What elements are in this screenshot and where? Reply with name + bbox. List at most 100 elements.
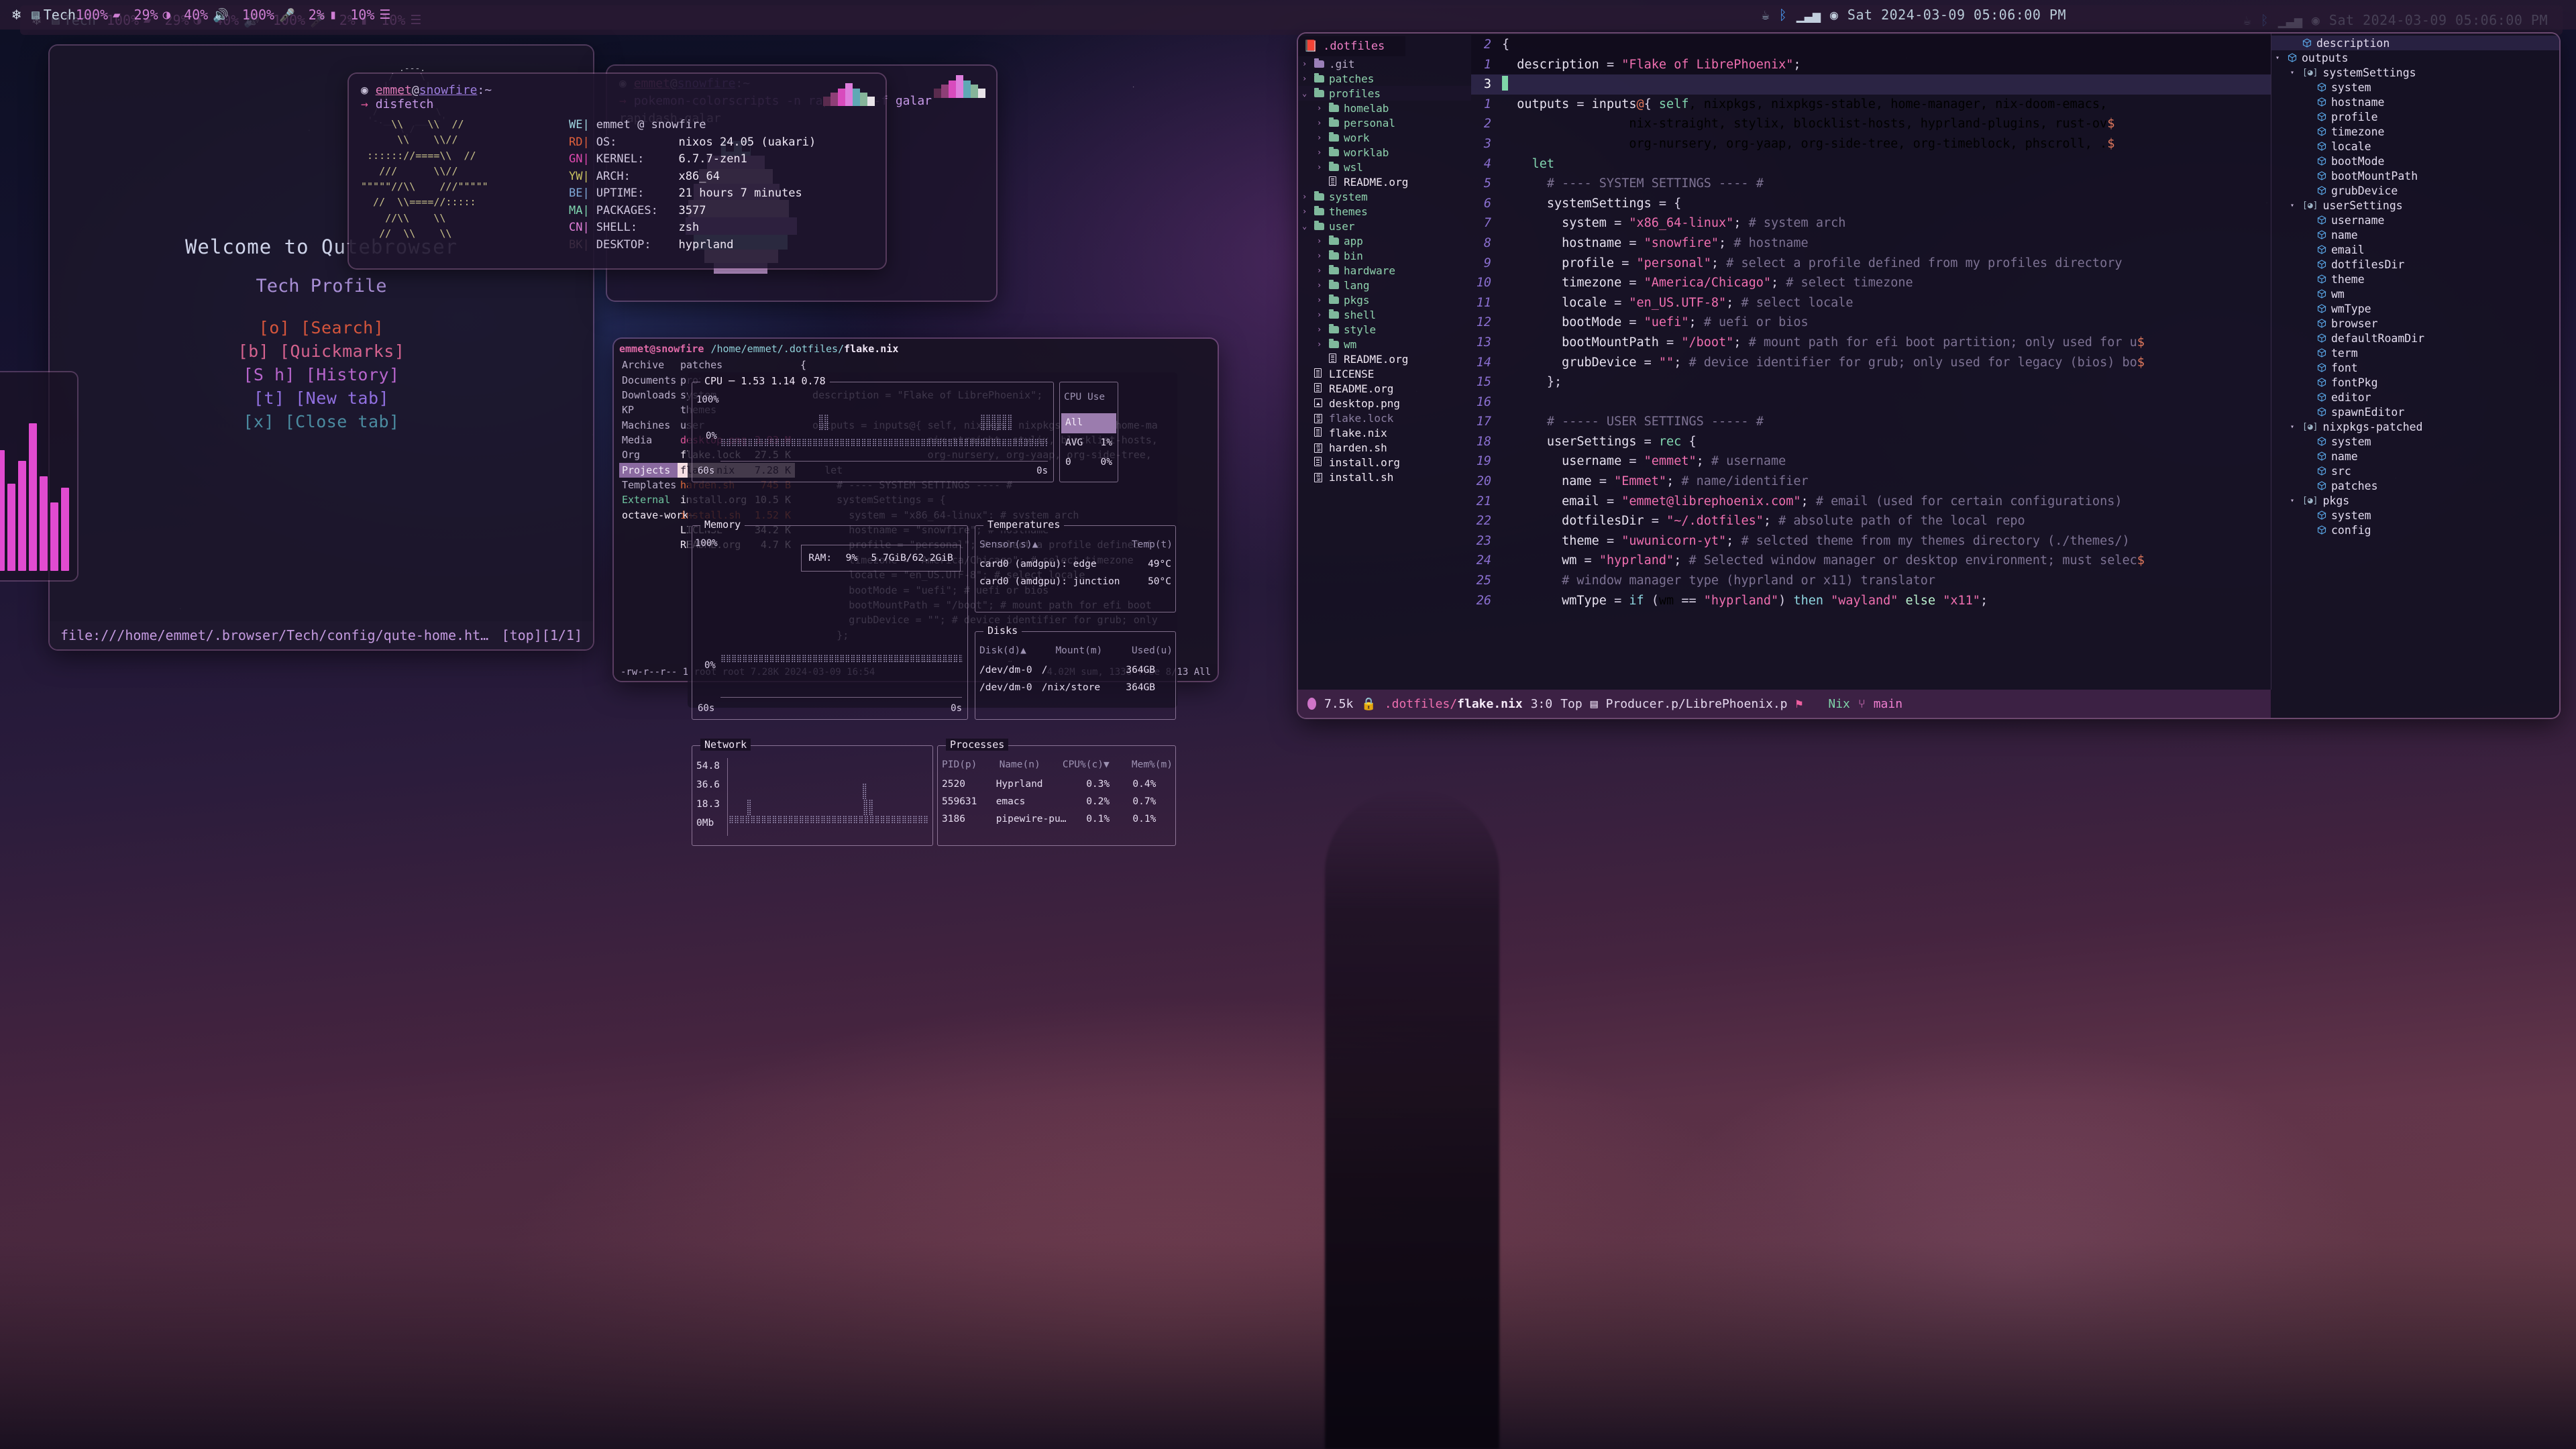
ranger-parent-item[interactable]: Machines — [619, 418, 678, 433]
chevron-icon[interactable]: › — [1317, 339, 1325, 349]
chevron-icon[interactable]: ⌄ — [1302, 221, 1310, 231]
imenu-item-profile[interactable]: profile — [2271, 109, 2559, 124]
treemacs-item-README-org[interactable]: README.org — [1298, 174, 1471, 189]
imenu-item-theme[interactable]: theme — [2271, 272, 2559, 286]
treemacs-item-README-org[interactable]: README.org — [1298, 352, 1471, 366]
imenu-item-bootMode[interactable]: bootMode — [2271, 154, 2559, 168]
wifi-icon-2[interactable]: ▁▃▅ — [1796, 7, 1821, 23]
treemacs-item-wsl[interactable]: › wsl — [1298, 160, 1471, 174]
chevron-down-icon[interactable]: ▾ — [2290, 202, 2298, 209]
chevron-icon[interactable]: › — [1317, 236, 1325, 246]
ranger-parent-item[interactable]: KP — [619, 402, 678, 417]
process-row[interactable]: 559631 emacs 0.2% 0.7% — [942, 793, 1171, 810]
process-row[interactable]: 3186 pipewire-pu… 0.1% 0.1% — [942, 810, 1171, 828]
imenu-item-nixpkgs-patched[interactable]: ▾ [◕] nixpkgs-patched — [2271, 419, 2559, 434]
imenu-item-systemSettings[interactable]: ▾ [◕] systemSettings — [2271, 65, 2559, 80]
treemacs-item-desktop-png[interactable]: desktop.png — [1298, 396, 1471, 411]
ranger-file-item[interactable]: patches — [678, 358, 795, 372]
imenu-item-browser[interactable]: browser — [2271, 316, 2559, 331]
imenu-item-locale[interactable]: locale — [2271, 139, 2559, 154]
treemacs-item-app[interactable]: › app — [1298, 233, 1471, 248]
treemacs-item-README-org[interactable]: README.org — [1298, 381, 1471, 396]
chevron-icon[interactable]: › — [1317, 310, 1325, 319]
treemacs-item-bin[interactable]: › bin — [1298, 248, 1471, 263]
no-coffee-icon-2[interactable]: ☕ — [1762, 7, 1770, 23]
modeline-git-branch[interactable]: main — [1874, 697, 1902, 711]
treemacs-item-install-org[interactable]: install.org — [1298, 455, 1471, 470]
ranger-parent-item[interactable]: Projects — [619, 462, 678, 478]
treemacs-item-lang[interactable]: › lang — [1298, 278, 1471, 292]
ranger-parent-item[interactable]: Documents — [619, 373, 678, 388]
chevron-icon[interactable]: › — [1317, 295, 1325, 305]
imenu-item-outputs[interactable]: ▾ outputs — [2271, 50, 2559, 65]
chevron-icon[interactable]: › — [1317, 280, 1325, 290]
imenu-item-patches[interactable]: patches — [2271, 478, 2559, 493]
imenu-item-name[interactable]: name — [2271, 449, 2559, 464]
emacs-code-buffer[interactable]: 2{1 description = "Flake of LibrePhoenix… — [1471, 34, 2271, 690]
quick-menu-item-4[interactable]: [x] [Close tab] — [243, 412, 399, 431]
ranger-parent-item[interactable]: Downloads — [619, 388, 678, 402]
chevron-icon[interactable]: › — [1302, 207, 1310, 216]
imenu-item-name[interactable]: name — [2271, 227, 2559, 242]
treemacs-item-system[interactable]: › system — [1298, 189, 1471, 204]
quick-menu-item-1[interactable]: [b] [Quickmarks] — [238, 341, 405, 361]
bluetooth-icon-2[interactable]: ᛒ — [1779, 7, 1787, 23]
chevron-icon[interactable]: › — [1317, 103, 1325, 113]
disfetch-terminal-window[interactable]: ◉ emmet@snowfire:~ → disfetch \\ \\ // \… — [349, 74, 885, 268]
chevron-down-icon[interactable]: ▾ — [2290, 69, 2298, 76]
treemacs-item-style[interactable]: › style — [1298, 322, 1471, 337]
imenu-item-username[interactable]: username — [2271, 213, 2559, 227]
process-row[interactable]: 2520 Hyprland 0.3% 0.4% — [942, 775, 1171, 793]
imenu-item-grubDevice[interactable]: grubDevice — [2271, 183, 2559, 198]
ranger-parent-item[interactable]: Media — [619, 433, 678, 447]
imenu-item-description[interactable]: description — [2271, 36, 2559, 50]
imenu-item-wmType[interactable]: wmType — [2271, 301, 2559, 316]
chevron-icon[interactable]: › — [1317, 118, 1325, 127]
record-icon-2[interactable]: ◉ — [1830, 7, 1838, 23]
imenu-item-system[interactable]: system — [2271, 80, 2559, 95]
imenu-item-wm[interactable]: wm — [2271, 286, 2559, 301]
imenu-item-email[interactable]: email — [2271, 242, 2559, 257]
ranger-parent-item[interactable]: octave-work~ — [619, 508, 694, 523]
cpu-legend-row[interactable]: All — [1061, 413, 1116, 433]
emacs-treemacs-sidebar[interactable]: 📕 .dotfiles › .git › patches ⌄ profiles › homel… — [1298, 34, 1471, 690]
layers-icon-2[interactable]: ▤ — [32, 7, 39, 22]
chevron-down-icon[interactable]: ▾ — [2290, 423, 2298, 431]
cpu-legend-row[interactable]: AVG 1% — [1061, 433, 1116, 453]
cpu-legend-row[interactable]: 0 0% — [1061, 453, 1116, 473]
treemacs-item-themes[interactable]: › themes — [1298, 204, 1471, 219]
imenu-item-system[interactable]: system — [2271, 434, 2559, 449]
imenu-item-timezone[interactable]: timezone — [2271, 124, 2559, 139]
module-microphone-2[interactable]: 100% 🎤 — [242, 7, 295, 23]
chevron-icon[interactable]: › — [1302, 59, 1310, 68]
treemacs-item-personal[interactable]: › personal — [1298, 115, 1471, 130]
chevron-icon[interactable]: › — [1317, 148, 1325, 157]
emacs-imenu-sidebar[interactable]: description ▾ outputs ▾ [◕] systemSettings sys… — [2271, 34, 2559, 690]
imenu-item-pkgs[interactable]: ▾ [◕] pkgs — [2271, 493, 2559, 508]
imenu-item-defaultRoamDir[interactable]: defaultRoamDir — [2271, 331, 2559, 345]
imenu-item-userSettings[interactable]: ▾ [◕] userSettings — [2271, 198, 2559, 213]
treemacs-item-pkgs[interactable]: › pkgs — [1298, 292, 1471, 307]
imenu-item-font[interactable]: font — [2271, 360, 2559, 375]
module-memory-2[interactable]: 29% ◑ — [134, 7, 171, 23]
module-cpu-2[interactable]: 2% ▮ — [309, 7, 337, 23]
chevron-icon[interactable]: › — [1317, 162, 1325, 172]
chevron-down-icon[interactable]: ▾ — [2275, 54, 2283, 62]
imenu-item-src[interactable]: src — [2271, 464, 2559, 478]
quick-menu-item-0[interactable]: [o] [Search] — [259, 318, 384, 337]
chevron-icon[interactable]: › — [1317, 251, 1325, 260]
treemacs-item-install-sh[interactable]: 01 10 install.sh — [1298, 470, 1471, 484]
imenu-item-hostname[interactable]: hostname — [2271, 95, 2559, 109]
ranger-parent-item[interactable]: Archive — [619, 358, 678, 372]
nix-snowflake-icon-2[interactable]: ❄ — [12, 7, 21, 23]
imenu-item-dotfilesDir[interactable]: dotfilesDir — [2271, 257, 2559, 272]
quick-menu-item-3[interactable]: [t] [New tab] — [254, 388, 389, 408]
imenu-item-system[interactable]: system — [2271, 508, 2559, 523]
chevron-icon[interactable]: › — [1302, 74, 1310, 83]
workspace-label-2[interactable]: Tech — [44, 7, 76, 23]
treemacs-item-wm[interactable]: › wm — [1298, 337, 1471, 352]
treemacs-item-worklab[interactable]: › worklab — [1298, 145, 1471, 160]
imenu-item-fontPkg[interactable]: fontPkg — [2271, 375, 2559, 390]
chevron-icon[interactable]: › — [1317, 266, 1325, 275]
quick-menu-item-2[interactable]: [S h] [History] — [243, 365, 399, 384]
